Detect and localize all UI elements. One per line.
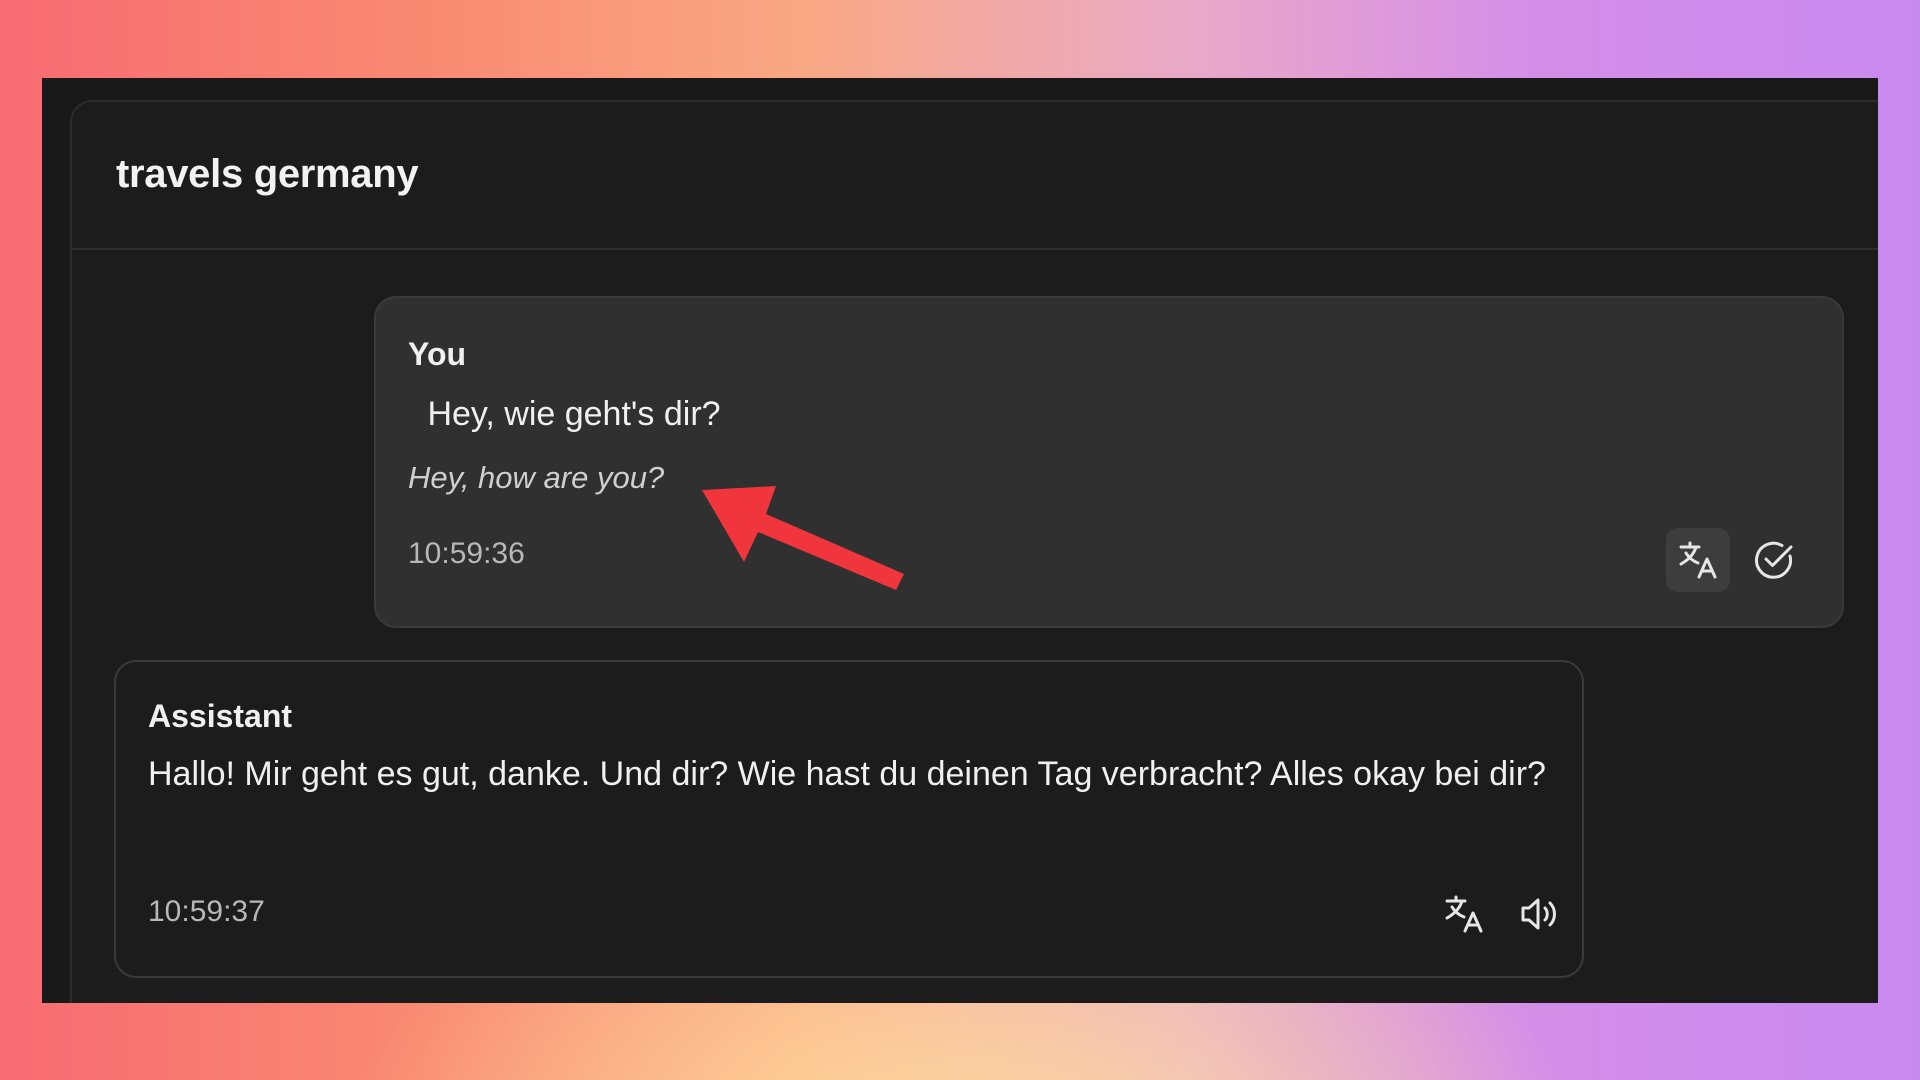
message-sender: You [408,336,467,372]
message-timestamp: 10:59:37 [148,895,265,928]
chat-header: travels germany [72,102,1878,250]
message-text[interactable]: Hallo! Mir geht es gut, danke. Und dir? … [148,748,1558,800]
translate-button[interactable] [1666,528,1730,592]
translate-icon [1441,891,1487,937]
translate-icon [1675,537,1721,583]
mark-correct-button[interactable] [1742,528,1806,592]
assistant-message: Assistant Hallo! Mir geht es gut, danke.… [114,660,1584,978]
message-sender: Assistant [148,698,293,734]
speaker-icon [1517,891,1563,937]
translate-button[interactable] [1432,882,1496,946]
user-message: You Hey, wie geht's dir? Hey, how are yo… [374,296,1844,628]
message-translation: Hey, how are you? [408,460,665,495]
play-audio-button[interactable] [1508,882,1572,946]
message-text[interactable]: Hey, wie geht's dir? [418,388,720,440]
app-window: travels germany You Hey, wie geht's dir?… [42,78,1878,1003]
check-circle-icon [1751,537,1797,583]
chat-title: travels germany [116,152,419,196]
chat-panel: travels germany You Hey, wie geht's dir?… [70,100,1878,1003]
message-timestamp: 10:59:36 [408,537,525,570]
